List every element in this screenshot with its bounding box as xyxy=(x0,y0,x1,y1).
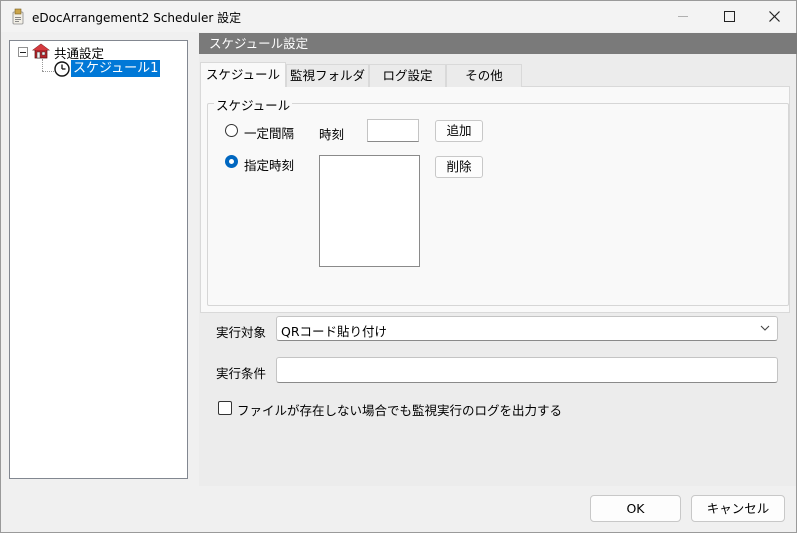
house-icon xyxy=(32,43,50,59)
tab-watch-folder[interactable]: 監視フォルダ xyxy=(286,64,369,87)
log-output-checkbox[interactable] xyxy=(218,401,232,415)
target-select[interactable]: QRコード貼り付け xyxy=(276,316,778,341)
delete-button[interactable]: 削除 xyxy=(435,156,483,178)
interval-radio[interactable] xyxy=(225,124,238,137)
title-bar: eDocArrangement2 Scheduler 設定 xyxy=(1,1,796,32)
ok-button[interactable]: OK xyxy=(590,495,681,522)
minimize-icon xyxy=(678,16,688,17)
specified-time-radio[interactable] xyxy=(225,155,238,168)
settings-window: eDocArrangement2 Scheduler 設定 共通設定 スケジュー… xyxy=(0,0,797,533)
target-label: 実行対象 xyxy=(216,325,267,340)
time-label: 時刻 xyxy=(319,127,345,142)
collapse-toggle[interactable] xyxy=(18,47,28,57)
settings-tree[interactable]: 共通設定 スケジュール1 xyxy=(9,40,188,479)
cancel-button[interactable]: キャンセル xyxy=(691,495,785,522)
minimize-button[interactable] xyxy=(660,1,706,32)
tab-schedule[interactable]: スケジュール xyxy=(200,62,286,87)
close-button[interactable] xyxy=(751,1,797,32)
tab-other[interactable]: その他 xyxy=(446,64,522,87)
panel-header: スケジュール設定 xyxy=(199,33,797,54)
target-select-value: QRコード貼り付け xyxy=(281,324,388,339)
time-list[interactable] xyxy=(319,155,420,267)
tab-log-settings[interactable]: ログ設定 xyxy=(369,64,446,87)
interval-radio-label[interactable]: 一定間隔 xyxy=(244,123,294,142)
schedule-group-title: スケジュール xyxy=(214,95,293,114)
clock-icon xyxy=(54,61,70,77)
scheduler-app-icon xyxy=(12,8,24,25)
schedule-group xyxy=(207,103,789,306)
add-button[interactable]: 追加 xyxy=(435,120,483,142)
specified-time-radio-label[interactable]: 指定時刻 xyxy=(244,155,294,174)
condition-input[interactable] xyxy=(276,357,778,383)
time-input[interactable] xyxy=(367,119,419,142)
window-title: eDocArrangement2 Scheduler 設定 xyxy=(32,11,242,25)
tree-node-schedule-1[interactable]: スケジュール1 xyxy=(71,60,161,77)
condition-label: 実行条件 xyxy=(216,366,267,381)
close-icon xyxy=(768,11,780,22)
maximize-icon xyxy=(723,11,735,22)
log-output-checkbox-label[interactable]: ファイルが存在しない場合でも監視実行のログを出力する xyxy=(237,400,562,419)
chevron-down-icon xyxy=(760,325,770,331)
tree-connector xyxy=(42,59,43,71)
maximize-button[interactable] xyxy=(706,1,752,32)
